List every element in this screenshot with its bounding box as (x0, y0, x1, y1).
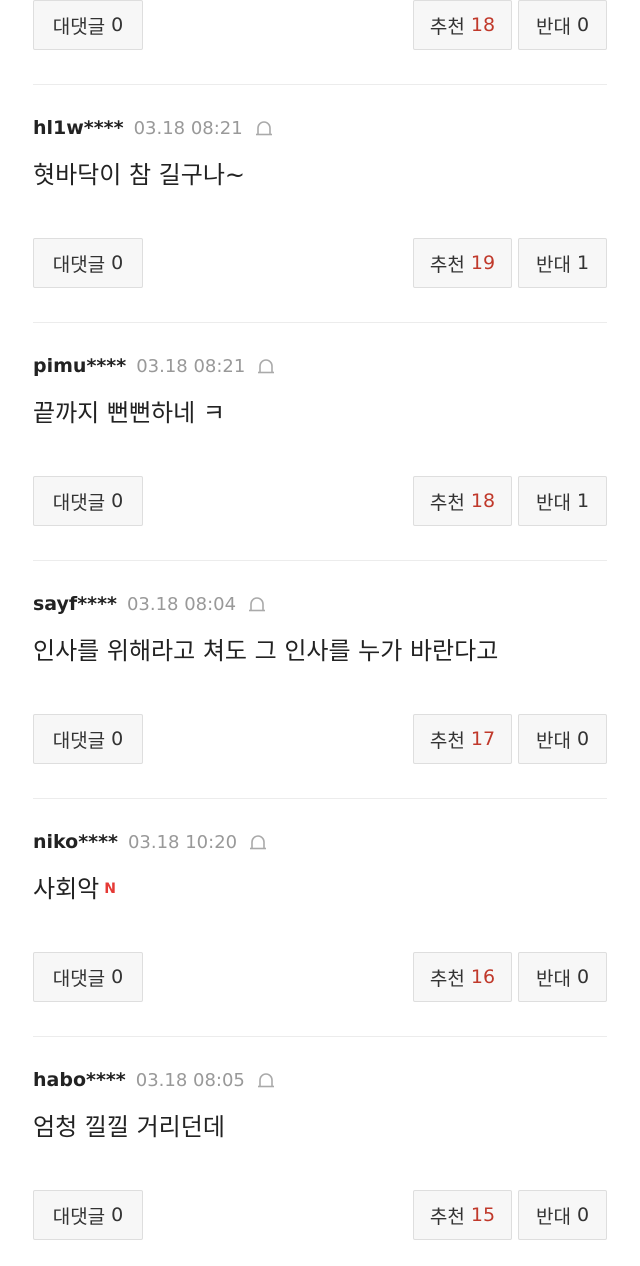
comment-divider (33, 84, 607, 85)
report-bell-icon[interactable] (247, 831, 269, 853)
comment-text-content: 혓바닥이 참 길구나~ (33, 161, 246, 189)
comment-text: 엄청 낄낄 거리던데 (33, 1110, 225, 1144)
comment-text-content: 끝까지 뻔뻔하네 ㅋ (33, 399, 225, 427)
comment-timestamp: 03.18 08:21 (133, 117, 243, 139)
reply-count: 0 (111, 252, 124, 274)
reply-count: 0 (111, 490, 124, 512)
report-bell-icon[interactable] (255, 355, 277, 377)
comment-timestamp: 03.18 08:21 (136, 355, 246, 377)
dislike-count: 0 (576, 1204, 590, 1226)
comment-username[interactable]: niko**** (33, 831, 118, 853)
comment-text-content: 인사를 위해라고 쳐도 그 인사를 누가 바란다고 (33, 637, 499, 665)
dislike-label: 반대 (535, 491, 571, 514)
dislike-label: 반대 (535, 967, 571, 990)
like-label: 추천 (429, 253, 465, 276)
comment-timestamp: 03.18 10:20 (127, 831, 238, 853)
reply-count: 0 (111, 966, 124, 988)
like-button[interactable]: 추천 18 (413, 476, 512, 526)
reply-label: 대댓글 (52, 15, 106, 38)
like-label: 추천 (429, 15, 465, 38)
dislike-button[interactable]: 반대 0 (518, 0, 607, 50)
reply-label: 대댓글 (52, 253, 106, 276)
like-button[interactable]: 추천 19 (413, 238, 512, 288)
comment-timestamp: 03.18 08:05 (135, 1069, 245, 1091)
comment-username[interactable]: pimu**** (33, 355, 126, 377)
like-label: 추천 (429, 729, 465, 752)
comment-text-content: 사회악 (33, 875, 100, 903)
comment-text-content: 엄청 낄낄 거리던데 (33, 1113, 225, 1141)
reply-label: 대댓글 (52, 729, 106, 752)
dislike-button[interactable]: 반대 0 (518, 1190, 607, 1240)
dislike-count: 0 (576, 728, 590, 750)
like-button[interactable]: 추천 17 (413, 714, 512, 764)
comment-list: 대댓글 0 추천 18 반대 0 hl1w**** 03.18 08:21 혓바닥이 … (0, 0, 640, 1266)
like-count: 18 (470, 490, 496, 512)
comment-meta: hl1w**** 03.18 08:21 (33, 115, 275, 141)
comment-divider (33, 798, 607, 799)
dislike-label: 반대 (535, 729, 571, 752)
comment-text: 인사를 위해라고 쳐도 그 인사를 누가 바란다고 (33, 634, 498, 668)
comment-divider (33, 1036, 607, 1037)
reply-button[interactable]: 대댓글 0 (33, 1190, 143, 1240)
like-label: 추천 (429, 1205, 465, 1228)
report-bell-icon[interactable] (255, 1069, 277, 1091)
dislike-button[interactable]: 반대 0 (518, 952, 607, 1002)
dislike-button[interactable]: 반대 1 (518, 476, 607, 526)
reply-button[interactable]: 대댓글 0 (33, 238, 143, 288)
comment-timestamp: 03.18 08:04 (126, 593, 237, 615)
reply-count: 0 (111, 728, 124, 750)
dislike-button[interactable]: 반대 0 (518, 714, 607, 764)
comment-meta: niko**** 03.18 10:20 (33, 829, 269, 855)
like-button[interactable]: 추천 18 (413, 0, 512, 50)
like-count: 15 (470, 1204, 496, 1226)
dislike-button[interactable]: 반대 1 (518, 238, 607, 288)
comment-divider (33, 322, 607, 323)
dislike-label: 반대 (535, 15, 571, 38)
reply-button[interactable]: 대댓글 0 (33, 714, 143, 764)
like-button[interactable]: 추천 16 (413, 952, 512, 1002)
reply-label: 대댓글 (52, 1205, 106, 1228)
reply-count: 0 (111, 14, 124, 36)
reply-button[interactable]: 대댓글 0 (33, 0, 143, 50)
like-count: 18 (470, 14, 496, 36)
reply-label: 대댓글 (52, 967, 106, 990)
comment-meta: habo**** 03.18 08:05 (33, 1067, 277, 1093)
comment-meta: pimu**** 03.18 08:21 (33, 353, 277, 379)
dislike-count: 0 (576, 14, 590, 36)
comment-text: 혓바닥이 참 길구나~ (33, 158, 245, 192)
comment-meta: sayf**** 03.18 08:04 (33, 591, 268, 617)
new-badge: N (104, 881, 116, 897)
comment-text: 끝까지 뻔뻔하네 ㅋ (33, 396, 225, 430)
like-button[interactable]: 추천 15 (413, 1190, 512, 1240)
dislike-count: 1 (576, 490, 590, 512)
dislike-label: 반대 (535, 253, 571, 276)
reply-label: 대댓글 (52, 491, 106, 514)
like-label: 추천 (429, 967, 465, 990)
comment-divider (33, 560, 607, 561)
like-count: 17 (470, 728, 496, 750)
comment-username[interactable]: hl1w**** (33, 117, 124, 139)
reply-button[interactable]: 대댓글 0 (33, 952, 143, 1002)
reply-button[interactable]: 대댓글 0 (33, 476, 143, 526)
like-count: 16 (470, 966, 496, 988)
comment-username[interactable]: sayf**** (33, 593, 117, 615)
like-count: 19 (470, 252, 496, 274)
reply-count: 0 (111, 1204, 124, 1226)
dislike-count: 0 (576, 966, 590, 988)
dislike-label: 반대 (535, 1205, 571, 1228)
like-label: 추천 (429, 491, 465, 514)
dislike-count: 1 (576, 252, 590, 274)
comment-username[interactable]: habo**** (33, 1069, 126, 1091)
comment-text: 사회악 N (33, 872, 116, 906)
report-bell-icon[interactable] (253, 117, 275, 139)
report-bell-icon[interactable] (246, 593, 268, 615)
